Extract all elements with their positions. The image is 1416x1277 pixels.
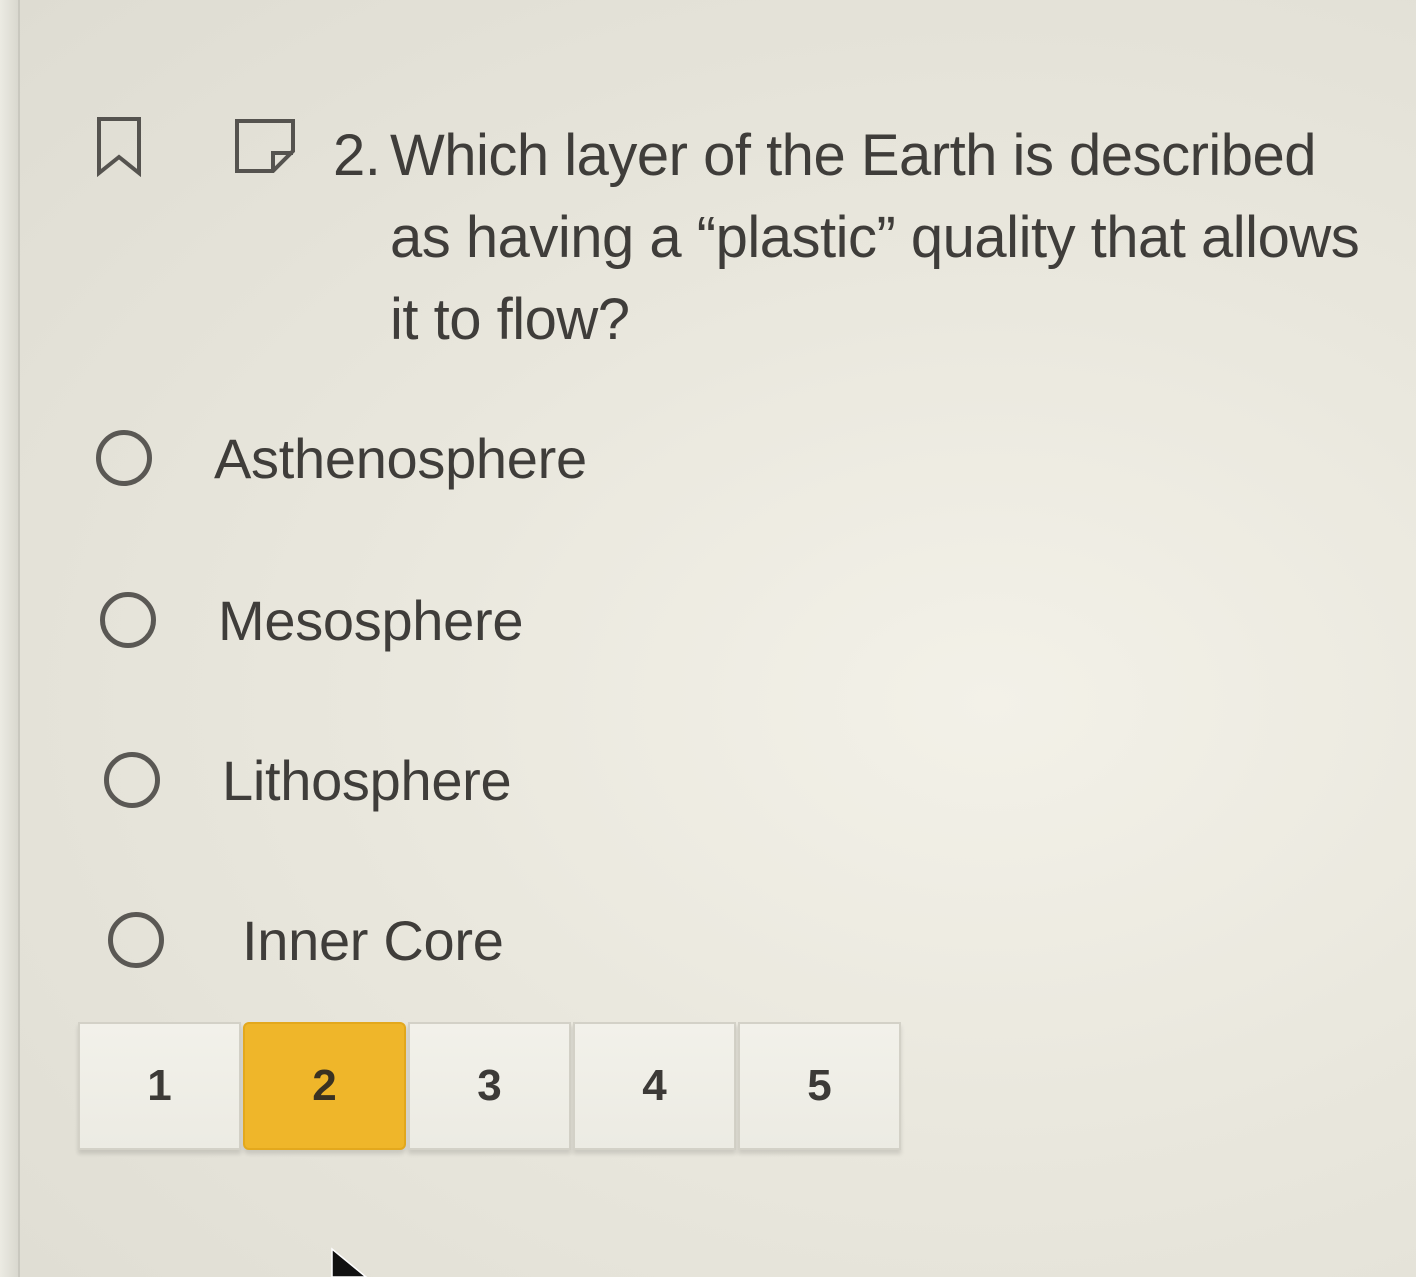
page-button-2-current[interactable]: 2 xyxy=(243,1022,406,1150)
mouse-cursor-icon xyxy=(331,1247,368,1277)
answer-option-lithosphere[interactable]: Lithosphere xyxy=(104,740,512,820)
screen-edge xyxy=(0,0,20,1277)
radio-button[interactable] xyxy=(96,430,152,486)
radio-button[interactable] xyxy=(104,752,160,808)
option-label: Inner Core xyxy=(242,908,504,972)
page-button-4[interactable]: 4 xyxy=(573,1022,736,1150)
note-icon[interactable] xyxy=(233,117,297,173)
page-button-5[interactable]: 5 xyxy=(738,1022,901,1150)
option-label: Mesosphere xyxy=(218,588,524,652)
bookmark-icon[interactable] xyxy=(95,115,143,177)
question-pagination: 1 2 3 4 5 xyxy=(78,1022,901,1150)
option-label: Lithosphere xyxy=(222,748,512,812)
question-number: 2. xyxy=(333,123,381,188)
radio-button[interactable] xyxy=(108,912,164,968)
page-button-3[interactable]: 3 xyxy=(408,1022,571,1150)
answer-option-mesosphere[interactable]: Mesosphere xyxy=(100,580,523,660)
option-label: Asthenosphere xyxy=(214,426,587,490)
answer-option-inner-core[interactable]: Inner Core xyxy=(108,900,504,980)
page-button-1[interactable]: 1 xyxy=(78,1022,241,1150)
radio-button[interactable] xyxy=(100,592,156,648)
answer-option-asthenosphere[interactable]: Asthenosphere xyxy=(96,418,587,498)
question-text: Which layer of the Earth is described as… xyxy=(390,123,1360,352)
